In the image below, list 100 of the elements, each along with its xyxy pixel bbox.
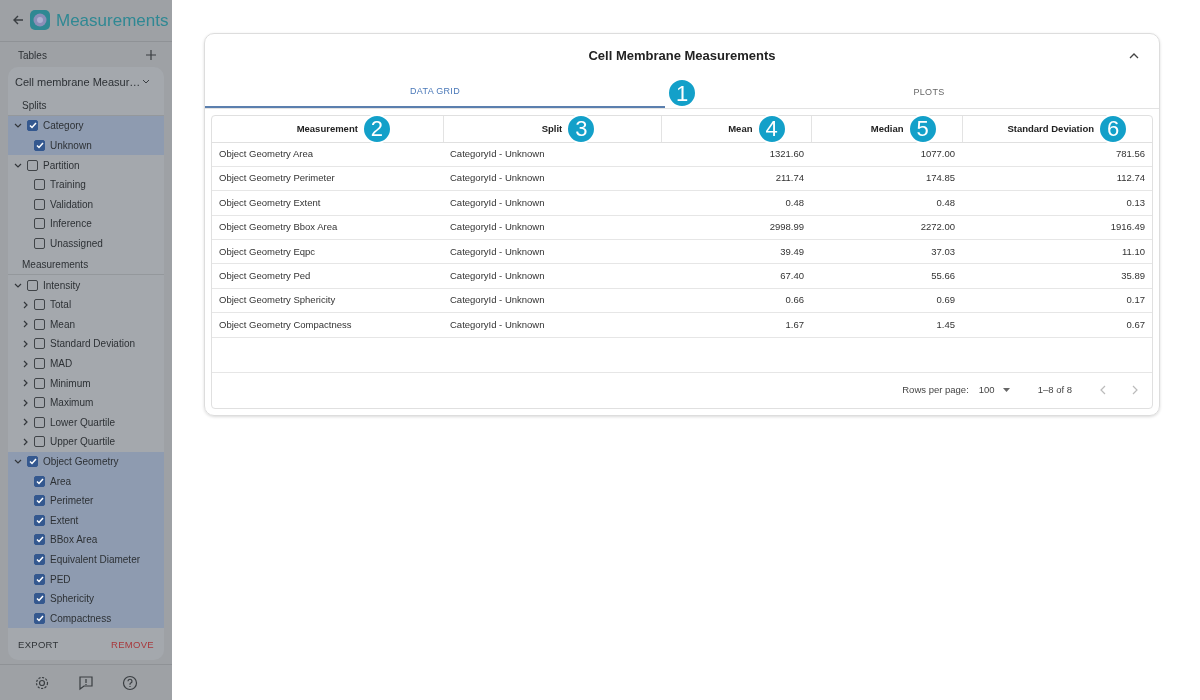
- checkbox[interactable]: [27, 279, 38, 291]
- rows-per-page-select[interactable]: 100: [978, 383, 1010, 398]
- checkbox[interactable]: [34, 377, 45, 389]
- chevron-right-icon[interactable]: [22, 379, 28, 388]
- table-cell: 0.13: [962, 190, 1152, 216]
- checkbox[interactable]: [27, 120, 38, 132]
- checkbox[interactable]: [34, 593, 45, 605]
- chevron-down-icon[interactable]: [14, 123, 22, 129]
- checkbox[interactable]: [34, 397, 45, 409]
- tree-item[interactable]: Maximum: [50, 395, 94, 411]
- chevron-up-icon[interactable]: [1129, 53, 1139, 59]
- tree-item[interactable]: Upper Quartile: [50, 434, 116, 450]
- tree-item[interactable]: Mean: [50, 316, 75, 332]
- tree-item[interactable]: BBox Area: [50, 532, 98, 548]
- checkbox[interactable]: [34, 534, 45, 546]
- chevron-right-icon[interactable]: [22, 320, 28, 329]
- table-cell: 37.03: [811, 239, 962, 264]
- table-cell: CategoryId - Unknown: [443, 190, 661, 216]
- checkbox[interactable]: [34, 416, 45, 428]
- table-cell: CategoryId - Unknown: [443, 288, 661, 313]
- tree-item[interactable]: Total: [50, 297, 72, 313]
- chevron-down-icon[interactable]: [14, 282, 22, 288]
- table-select[interactable]: Cell membrane Measur…: [8, 66, 164, 95]
- tree-item[interactable]: Perimeter: [50, 493, 94, 509]
- checkbox[interactable]: [34, 358, 45, 369]
- tree-item[interactable]: Lower Quartile: [50, 414, 116, 430]
- table-cell: 1.45: [811, 312, 962, 338]
- chevron-right-icon[interactable]: [22, 359, 28, 368]
- tree-item[interactable]: Training: [50, 177, 86, 193]
- tree-item[interactable]: PED: [50, 571, 71, 587]
- export-button[interactable]: EXPORT: [18, 638, 59, 653]
- checkbox[interactable]: [27, 455, 38, 467]
- tree-item[interactable]: Area: [50, 473, 72, 489]
- settings-icon[interactable]: [34, 674, 50, 691]
- chevron-right-icon[interactable]: [22, 300, 28, 309]
- tree-item[interactable]: Object Geometry: [43, 453, 119, 469]
- checkbox[interactable]: [34, 140, 45, 152]
- tree-item[interactable]: Validation: [50, 196, 94, 212]
- add-icon[interactable]: [146, 50, 156, 61]
- caret-icon[interactable]: [1002, 388, 1010, 393]
- tree-item[interactable]: Unknown: [50, 138, 92, 154]
- tab[interactable]: PLOTS: [699, 78, 1159, 108]
- tree-item[interactable]: Category: [43, 118, 84, 134]
- table-cell: Object Geometry Bbox Area: [212, 215, 443, 240]
- table-cell: Object Geometry Area: [212, 142, 443, 167]
- checkbox[interactable]: [34, 179, 45, 191]
- table-cell: 35.89: [962, 263, 1152, 289]
- checkbox[interactable]: [34, 495, 45, 507]
- table-cell: 0.48: [661, 190, 811, 216]
- tree-item[interactable]: Compactness: [50, 610, 112, 626]
- checkbox[interactable]: [34, 299, 45, 311]
- table-cell: 11.10: [962, 239, 1152, 264]
- callout-badge: 4: [756, 113, 787, 144]
- tree-item[interactable]: Minimum: [50, 375, 91, 391]
- checkbox[interactable]: [34, 514, 45, 526]
- tree-item[interactable]: Equivalent Diameter: [50, 551, 141, 567]
- chevron-right-icon[interactable]: [22, 418, 28, 427]
- checkbox[interactable]: [34, 238, 45, 250]
- tree-item[interactable]: Intensity: [43, 277, 81, 293]
- tree-item[interactable]: Extent: [50, 512, 79, 528]
- tree-item[interactable]: Sphericity: [50, 591, 94, 607]
- chevron-right-icon[interactable]: [22, 398, 28, 407]
- table-cell: CategoryId - Unknown: [443, 166, 661, 191]
- tree-item[interactable]: Inference: [50, 216, 92, 232]
- tree-item[interactable]: Partition: [43, 157, 80, 173]
- app-title: Measurements: [56, 9, 169, 32]
- checkbox[interactable]: [27, 159, 38, 171]
- table-cell: Object Geometry Ped: [212, 263, 443, 289]
- pagination-range: 1–8 of 8: [1037, 383, 1072, 397]
- checkbox[interactable]: [34, 573, 45, 585]
- feedback-icon[interactable]: [78, 674, 94, 691]
- back-icon[interactable]: [12, 14, 24, 27]
- checkbox[interactable]: [34, 553, 45, 565]
- table-cell: Object Geometry Extent: [212, 190, 443, 216]
- checkbox[interactable]: [34, 612, 45, 624]
- checkbox[interactable]: [34, 475, 45, 487]
- table-cell: 0.69: [811, 288, 962, 313]
- callout-badge: 1: [667, 78, 697, 108]
- table-cell: 112.74: [962, 166, 1152, 191]
- tree-item[interactable]: Unassigned: [50, 236, 103, 252]
- checkbox[interactable]: [34, 218, 45, 230]
- help-icon[interactable]: [122, 674, 138, 691]
- tree-item[interactable]: MAD: [50, 356, 73, 371]
- table-cell: 1.67: [661, 312, 811, 338]
- chevron-down-icon[interactable]: [14, 162, 22, 168]
- table-cell: CategoryId - Unknown: [443, 312, 661, 338]
- checkbox[interactable]: [34, 318, 45, 330]
- table-cell: 174.85: [811, 166, 962, 191]
- app-logo-icon: [30, 10, 50, 31]
- checkbox[interactable]: [34, 436, 45, 448]
- chevron-down-icon[interactable]: [14, 458, 22, 464]
- table-cell: 0.66: [661, 288, 811, 313]
- table-cell: 1916.49: [962, 215, 1152, 240]
- checkbox[interactable]: [34, 338, 45, 350]
- chevron-right-icon[interactable]: [22, 339, 28, 348]
- tab[interactable]: DATA GRID: [205, 78, 665, 108]
- chevron-right-icon[interactable]: [22, 437, 28, 446]
- callout-badge: 6: [1098, 113, 1128, 144]
- tree-item[interactable]: Standard Deviation: [50, 336, 136, 352]
- checkbox[interactable]: [34, 198, 45, 210]
